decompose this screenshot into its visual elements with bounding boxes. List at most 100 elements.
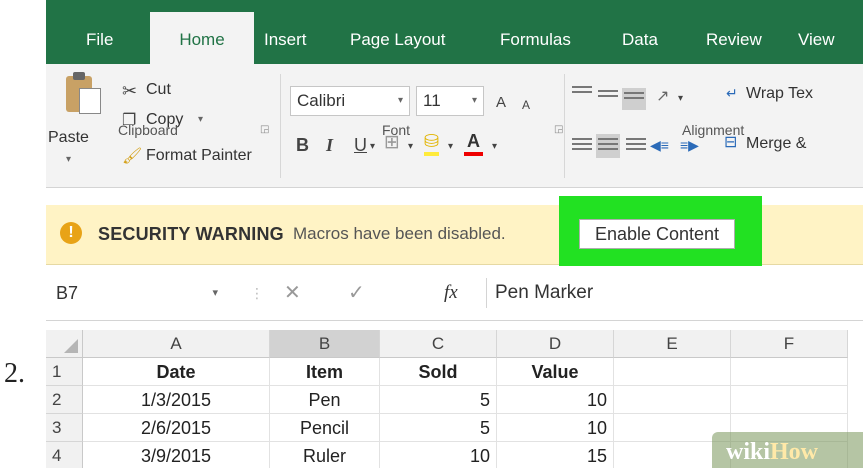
table-cell[interactable]: 5 (380, 386, 497, 414)
table-cell[interactable]: 1/3/2015 (83, 386, 270, 414)
cut-button[interactable]: Cut (146, 80, 171, 100)
format-painter-icon: 🖌 (122, 148, 143, 165)
group-divider (564, 74, 565, 178)
top-align-icon[interactable] (572, 86, 592, 100)
font-color-dropdown-icon[interactable]: ▾ (492, 136, 497, 158)
tab-file[interactable]: File (86, 30, 113, 50)
align-left-icon[interactable] (572, 138, 592, 152)
tab-insert[interactable]: Insert (264, 30, 307, 50)
bold-button[interactable]: B (296, 134, 309, 156)
excel-window: File Home Insert Page Layout Formulas Da… (46, 0, 863, 468)
insert-function-icon[interactable]: fx (444, 278, 458, 308)
font-launcher-icon[interactable]: ◲ (554, 124, 563, 135)
fill-color-icon[interactable]: ⛁ (424, 130, 440, 156)
watermark-part1: wiki (726, 439, 771, 465)
tab-home[interactable]: Home (150, 12, 254, 64)
wrap-text-button[interactable]: Wrap Tex (746, 84, 813, 104)
table-cell[interactable]: Item (270, 358, 380, 386)
paste-sheet-icon (79, 88, 101, 114)
paste-dropdown-icon[interactable]: ▾ (66, 150, 71, 170)
table-cell[interactable]: 10 (380, 442, 497, 468)
tab-review[interactable]: Review (706, 30, 762, 50)
security-warning-message: Macros have been disabled. (293, 224, 506, 243)
orientation-dropdown-icon[interactable]: ▾ (678, 88, 683, 110)
italic-button[interactable]: I (326, 134, 333, 156)
enable-content-button[interactable]: Enable Content (579, 219, 735, 249)
alignment-group-label: Alignment (682, 122, 745, 138)
grow-font-button[interactable]: A (496, 92, 506, 114)
copy-dropdown-icon[interactable]: ▾ (198, 110, 203, 130)
name-box[interactable]: B7 ▾ (46, 278, 226, 308)
row-header[interactable]: 2 (46, 386, 83, 414)
column-header-b[interactable]: B (270, 330, 380, 358)
name-box-value: B7 (56, 283, 79, 303)
align-center-icon[interactable] (596, 134, 620, 158)
tab-data[interactable]: Data (622, 30, 658, 50)
step-number: 2. (4, 358, 25, 389)
merge-button[interactable]: Merge & (746, 134, 806, 154)
table-cell[interactable]: 10 (497, 414, 614, 442)
warning-icon: ! (60, 222, 82, 244)
table-cell[interactable]: Date (83, 358, 270, 386)
format-painter-button[interactable]: Format Painter (146, 146, 252, 166)
paste-label: Paste (48, 129, 89, 146)
clipboard-group-label: Clipboard (118, 122, 178, 138)
security-warning-title: SECURITY WARNING (98, 224, 284, 244)
row-header[interactable]: 4 (46, 442, 83, 468)
table-cell[interactable]: 15 (497, 442, 614, 468)
table-cell[interactable] (614, 386, 731, 414)
column-header-d[interactable]: D (497, 330, 614, 358)
watermark-part2: How (770, 439, 819, 465)
name-box-dropdown-icon: ▾ (212, 287, 218, 299)
underline-button[interactable]: U (354, 134, 367, 156)
formula-input[interactable]: Pen Marker (486, 278, 863, 308)
bottom-align-icon[interactable] (622, 88, 646, 110)
shrink-font-button[interactable]: A (522, 94, 530, 116)
table-cell[interactable]: 10 (497, 386, 614, 414)
row-header[interactable]: 1 (46, 358, 83, 386)
table-cell[interactable]: Value (497, 358, 614, 386)
column-header-e[interactable]: E (614, 330, 731, 358)
group-divider (280, 74, 281, 178)
table-cell[interactable]: Pencil (270, 414, 380, 442)
decrease-indent-icon[interactable]: ◀≡ (650, 134, 669, 156)
table-cell[interactable]: 3/9/2015 (83, 442, 270, 468)
font-name-dropdown-icon: ▾ (397, 95, 403, 106)
font-group-label: Font (382, 122, 411, 138)
table-cell[interactable]: 2/6/2015 (83, 414, 270, 442)
orientation-icon[interactable]: ↗ (656, 86, 669, 108)
table-cell[interactable] (731, 358, 848, 386)
table-cell[interactable]: Ruler (270, 442, 380, 468)
tab-page-layout[interactable]: Page Layout (350, 30, 445, 50)
column-header-c[interactable]: C (380, 330, 497, 358)
ribbon-tab-strip: File Home Insert Page Layout Formulas Da… (46, 0, 863, 64)
enter-check-icon[interactable]: ✓ (348, 279, 365, 307)
font-size-combo[interactable]: 11 ▾ (416, 86, 484, 116)
font-size-value: 11 (423, 91, 441, 110)
clipboard-launcher-icon[interactable]: ◲ (260, 124, 269, 135)
align-right-icon[interactable] (626, 138, 646, 152)
table-cell[interactable]: Sold (380, 358, 497, 386)
font-name-value: Calibri (297, 91, 346, 110)
formula-bar: B7 ▾ ⋮ ✕ ✓ fx Pen Marker (46, 266, 863, 321)
tab-formulas[interactable]: Formulas (500, 30, 571, 50)
fill-color-dropdown-icon[interactable]: ▾ (448, 136, 453, 158)
column-header-a[interactable]: A (83, 330, 270, 358)
font-color-button[interactable]: A (464, 130, 483, 156)
scissors-icon: ✂ (122, 81, 138, 101)
table-cell[interactable] (731, 386, 848, 414)
select-all-corner[interactable] (46, 330, 83, 358)
column-header-f[interactable]: F (731, 330, 848, 358)
font-size-dropdown-icon: ▾ (471, 95, 477, 106)
table-cell[interactable]: 5 (380, 414, 497, 442)
tab-view[interactable]: View (798, 30, 835, 50)
wrap-text-icon: ↵ (726, 85, 738, 101)
table-cell[interactable] (614, 358, 731, 386)
underline-dropdown-icon[interactable]: ▾ (370, 136, 375, 158)
font-name-combo[interactable]: Calibri ▾ (290, 86, 410, 116)
formula-bar-grip-icon[interactable]: ⋮ (250, 279, 264, 307)
row-header[interactable]: 3 (46, 414, 83, 442)
cancel-icon[interactable]: ✕ (284, 279, 301, 307)
middle-align-icon[interactable] (598, 90, 618, 104)
table-cell[interactable]: Pen (270, 386, 380, 414)
